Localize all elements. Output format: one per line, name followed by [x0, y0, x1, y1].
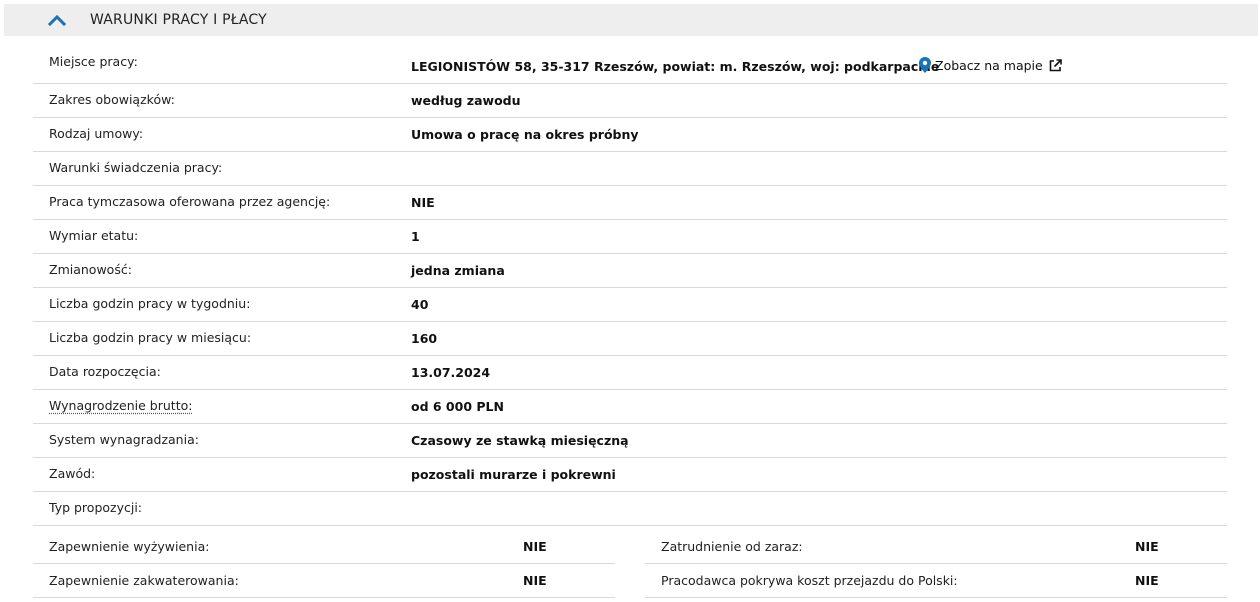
benefits-grid: Zapewnienie wyżywienia: NIE Zatrudnienie…: [33, 530, 1227, 598]
detail-label: Pracodawca pokrywa koszt przejazdu do Po…: [661, 573, 958, 588]
detail-value: NIE: [1135, 539, 1159, 554]
detail-label: Liczba godzin pracy w miesiącu:: [49, 330, 252, 345]
detail-label: Zapewnienie wyżywienia:: [49, 539, 210, 554]
detail-row-workplace: Miejsce pracy: LEGIONISTÓW 58, 35-317 Rz…: [33, 48, 1227, 84]
detail-value: NIE: [1135, 573, 1159, 588]
detail-value: 1: [411, 229, 420, 244]
detail-label: Typ propozycji:: [49, 500, 143, 515]
detail-label: System wynagradzania:: [49, 432, 199, 447]
detail-label: Zapewnienie zakwaterowania:: [49, 573, 239, 588]
detail-row-gross-salary: Wynagrodzenie brutto: od 6 000 PLN: [33, 390, 1227, 424]
detail-value: według zawodu: [411, 93, 521, 108]
detail-row-monthly-hours: Liczba godzin pracy w miesiącu: 160: [33, 322, 1227, 356]
detail-label: Zakres obowiązków:: [49, 92, 175, 107]
detail-value: 160: [411, 331, 438, 346]
detail-label: Rodzaj umowy:: [49, 126, 144, 141]
detail-label: Liczba godzin pracy w tygodniu:: [49, 296, 251, 311]
detail-value: 40: [411, 297, 429, 312]
detail-value: od 6 000 PLN: [411, 399, 504, 414]
detail-row-job-fraction: Wymiar etatu: 1: [33, 220, 1227, 254]
detail-row-work-conditions: Warunki świadczenia pracy:: [33, 152, 1227, 186]
benefit-row-travel-costs: Pracodawca pokrywa koszt przejazdu do Po…: [645, 564, 1227, 598]
detail-row-start-date: Data rozpoczęcia: 13.07.2024: [33, 356, 1227, 390]
gross-salary-tooltip-label[interactable]: Wynagrodzenie brutto:: [49, 398, 192, 413]
detail-value: NIE: [523, 539, 547, 554]
detail-label: Praca tymczasowa oferowana przez agencję…: [49, 194, 331, 209]
details-list: Miejsce pracy: LEGIONISTÓW 58, 35-317 Rz…: [33, 48, 1227, 526]
external-link-icon: [1049, 58, 1062, 71]
detail-value: LEGIONISTÓW 58, 35-317 Rzeszów, powiat: …: [411, 59, 940, 74]
detail-row-duties: Zakres obowiązków: według zawodu: [33, 84, 1227, 118]
detail-value: NIE: [523, 573, 547, 588]
detail-row-temporary-work: Praca tymczasowa oferowana przez agencję…: [33, 186, 1227, 220]
detail-row-offer-type: Typ propozycji:: [33, 492, 1227, 526]
detail-value: pozostali murarze i pokrewni: [411, 467, 616, 482]
detail-row-pay-system: System wynagradzania: Czasowy ze stawką …: [33, 424, 1227, 458]
chevron-up-icon[interactable]: [48, 14, 66, 26]
see-on-map-link[interactable]: Zobacz na mapie: [919, 57, 1062, 73]
detail-label: Wymiar etatu:: [49, 228, 139, 243]
map-pin-icon: [919, 57, 931, 73]
detail-row-occupation: Zawód: pozostali murarze i pokrewni: [33, 458, 1227, 492]
section-header[interactable]: WARUNKI PRACY I PŁACY: [4, 4, 1258, 36]
detail-label: Zatrudnienie od zaraz:: [661, 539, 803, 554]
detail-label: Zawód:: [49, 466, 96, 481]
see-on-map-label: Zobacz na mapie: [935, 57, 1043, 73]
detail-value: NIE: [411, 195, 435, 210]
section-title: WARUNKI PRACY I PŁACY: [90, 12, 267, 28]
detail-label: Data rozpoczęcia:: [49, 364, 161, 379]
detail-label: Miejsce pracy:: [49, 54, 138, 69]
detail-value: Czasowy ze stawką miesięczną: [411, 433, 629, 448]
detail-label: Zmianowość:: [49, 262, 132, 277]
detail-label: Warunki świadczenia pracy:: [49, 160, 223, 175]
detail-value: 13.07.2024: [411, 365, 491, 380]
detail-row-shifts: Zmianowość: jedna zmiana: [33, 254, 1227, 288]
detail-row-weekly-hours: Liczba godzin pracy w tygodniu: 40: [33, 288, 1227, 322]
detail-value: Umowa o pracę na okres próbny: [411, 127, 639, 142]
benefit-row-meals: Zapewnienie wyżywienia: NIE: [33, 530, 615, 564]
detail-row-contract-type: Rodzaj umowy: Umowa o pracę na okres pró…: [33, 118, 1227, 152]
benefit-row-immediate-hire: Zatrudnienie od zaraz: NIE: [645, 530, 1227, 564]
benefit-row-accommodation: Zapewnienie zakwaterowania: NIE: [33, 564, 615, 598]
detail-value: jedna zmiana: [411, 263, 505, 278]
